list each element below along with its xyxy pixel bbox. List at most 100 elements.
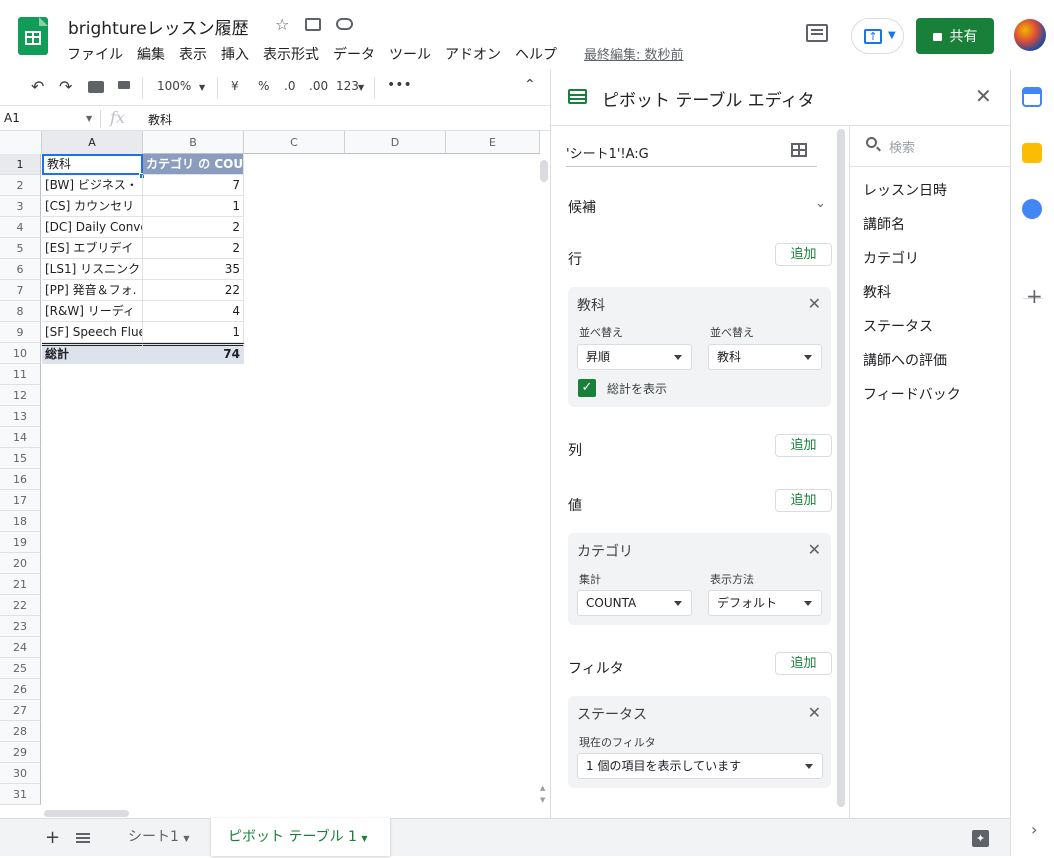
add-addon-icon[interactable]: + bbox=[1026, 284, 1043, 308]
field-item[interactable]: 講師名 bbox=[863, 214, 905, 234]
menu-file[interactable]: ファイル bbox=[67, 44, 123, 64]
star-icon[interactable]: ☆ bbox=[275, 15, 289, 34]
percent-format-button[interactable]: % bbox=[258, 79, 269, 93]
menu-addons[interactable]: アドオン bbox=[445, 44, 501, 64]
column-header-b[interactable]: B bbox=[143, 131, 244, 154]
table-row[interactable]: 2 bbox=[143, 238, 244, 259]
spreadsheet-grid[interactable]: A B C D E 1 2 3 4 5 6 7 8 9 10 11 12 13 14 15 16 17 18 19 2… bbox=[0, 131, 550, 818]
close-icon[interactable]: ✕ bbox=[808, 540, 821, 559]
field-item[interactable]: ステータス bbox=[863, 316, 933, 336]
table-row[interactable]: 1 bbox=[143, 196, 244, 217]
cell-a1[interactable]: 教科 bbox=[42, 154, 143, 175]
row-header[interactable]: 21 bbox=[0, 574, 41, 595]
share-button[interactable]: 共有 bbox=[916, 18, 994, 54]
table-row[interactable]: [SF] Speech Flue bbox=[42, 322, 143, 343]
close-icon[interactable]: ✕ bbox=[808, 703, 821, 722]
row-header[interactable]: 30 bbox=[0, 763, 41, 784]
add-column-button[interactable]: 追加 bbox=[775, 434, 832, 457]
row-header[interactable]: 24 bbox=[0, 637, 41, 658]
show-as-select[interactable]: デフォルト bbox=[708, 590, 822, 616]
close-icon[interactable]: ✕ bbox=[808, 294, 821, 313]
show-totals-checkbox[interactable]: ✓ bbox=[578, 379, 596, 397]
move-folder-icon[interactable] bbox=[305, 18, 321, 31]
column-header-a[interactable]: A bbox=[42, 131, 143, 154]
sheets-logo-icon[interactable] bbox=[18, 17, 48, 55]
table-row[interactable]: 7 bbox=[143, 175, 244, 196]
menu-tools[interactable]: ツール bbox=[389, 44, 431, 64]
table-row[interactable]: 2 bbox=[143, 217, 244, 238]
menu-insert[interactable]: 挿入 bbox=[221, 44, 249, 64]
zoom-select[interactable]: 100% bbox=[157, 79, 191, 93]
row-header[interactable]: 31 bbox=[0, 784, 41, 805]
select-all-corner[interactable] bbox=[0, 131, 42, 154]
menu-data[interactable]: データ bbox=[333, 44, 375, 64]
more-formats-button[interactable]: 123 bbox=[336, 79, 359, 93]
table-row[interactable]: 35 bbox=[143, 259, 244, 280]
row-header[interactable]: 18 bbox=[0, 511, 41, 532]
menu-view[interactable]: 表示 bbox=[179, 44, 207, 64]
add-sheet-icon[interactable]: + bbox=[45, 827, 60, 848]
keep-icon[interactable] bbox=[1022, 143, 1042, 163]
add-filter-button[interactable]: 追加 bbox=[775, 652, 832, 675]
table-row[interactable]: [LS1] リスニンク bbox=[42, 259, 143, 280]
column-header-c[interactable]: C bbox=[244, 131, 345, 154]
row-header[interactable]: 28 bbox=[0, 721, 41, 742]
add-value-button[interactable]: 追加 bbox=[775, 489, 832, 512]
table-row[interactable]: 1 bbox=[143, 322, 244, 343]
row-header[interactable]: 20 bbox=[0, 553, 41, 574]
row-header[interactable]: 11 bbox=[0, 364, 41, 385]
table-row[interactable]: [CS] カウンセリ bbox=[42, 196, 143, 217]
calendar-icon[interactable] bbox=[1022, 87, 1042, 107]
field-item[interactable]: 教科 bbox=[863, 282, 891, 302]
table-row[interactable]: [DC] Daily Conve bbox=[42, 217, 143, 238]
row-header[interactable]: 27 bbox=[0, 700, 41, 721]
column-header-d[interactable]: D bbox=[345, 131, 446, 154]
decrease-decimal-button[interactable]: .0 bbox=[284, 79, 295, 93]
row-header[interactable]: 25 bbox=[0, 658, 41, 679]
total-row-value[interactable]: 74 bbox=[143, 343, 244, 364]
vertical-scrollbar[interactable]: ▲ ▼ bbox=[538, 154, 550, 810]
row-header[interactable]: 23 bbox=[0, 616, 41, 637]
more-options-icon[interactable]: ••• bbox=[387, 77, 412, 93]
suggestions-label[interactable]: 候補 bbox=[568, 197, 596, 217]
cell-b1[interactable]: カテゴリ の COUNTA bbox=[143, 154, 244, 175]
comment-history-icon[interactable] bbox=[806, 24, 828, 42]
tab-pivot-table[interactable]: ピボット テーブル 1 ▼ bbox=[211, 818, 390, 856]
chevron-down-icon[interactable]: ▼ bbox=[86, 114, 92, 123]
row-header[interactable]: 8 bbox=[0, 301, 41, 322]
table-row[interactable]: 4 bbox=[143, 301, 244, 322]
field-item[interactable]: 講師への評価 bbox=[863, 350, 947, 370]
sort-order-select[interactable]: 昇順 bbox=[577, 344, 692, 370]
redo-icon[interactable]: ↷ bbox=[59, 77, 72, 96]
table-row[interactable]: [ES] エブリデイ bbox=[42, 238, 143, 259]
row-header[interactable]: 15 bbox=[0, 448, 41, 469]
row-header[interactable]: 19 bbox=[0, 532, 41, 553]
menu-format[interactable]: 表示形式 bbox=[263, 44, 319, 64]
chevron-down-icon[interactable]: ⌄ bbox=[815, 196, 826, 211]
present-button[interactable]: ↑ ▼ bbox=[851, 18, 904, 54]
add-row-button[interactable]: 追加 bbox=[775, 243, 832, 266]
row-header[interactable]: 9 bbox=[0, 322, 41, 343]
doc-title[interactable]: brightureレッスン履歴 bbox=[68, 14, 249, 39]
explore-icon[interactable]: ✦ bbox=[972, 830, 989, 847]
table-row[interactable]: [R&W] リーディ bbox=[42, 301, 143, 322]
field-item[interactable]: フィードバック bbox=[863, 384, 961, 404]
summarize-by-select[interactable]: COUNTA bbox=[577, 590, 692, 616]
sort-by-select[interactable]: 教科 bbox=[708, 344, 822, 370]
field-item[interactable]: カテゴリ bbox=[863, 248, 919, 268]
menu-edit[interactable]: 編集 bbox=[137, 44, 165, 64]
row-header[interactable]: 7 bbox=[0, 280, 41, 301]
row-header[interactable]: 14 bbox=[0, 427, 41, 448]
select-range-icon[interactable] bbox=[791, 143, 807, 157]
avatar[interactable] bbox=[1014, 19, 1046, 51]
row-header[interactable]: 22 bbox=[0, 595, 41, 616]
row-header[interactable]: 2 bbox=[0, 175, 41, 196]
row-header[interactable]: 5 bbox=[0, 238, 41, 259]
chevron-right-icon[interactable]: › bbox=[1031, 820, 1037, 839]
all-sheets-icon[interactable] bbox=[76, 833, 90, 843]
menu-help[interactable]: ヘルプ bbox=[515, 44, 557, 64]
row-header[interactable]: 29 bbox=[0, 742, 41, 763]
editor-scrollbar[interactable] bbox=[837, 129, 845, 807]
column-header-e[interactable]: E bbox=[446, 131, 540, 154]
row-header[interactable]: 17 bbox=[0, 490, 41, 511]
